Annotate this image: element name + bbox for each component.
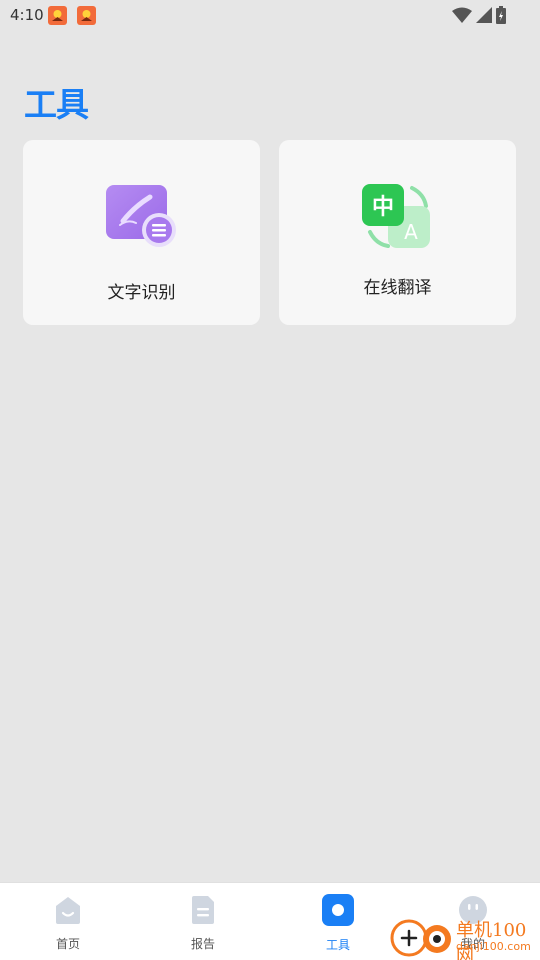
page-title: 工具 <box>24 85 89 124</box>
report-icon <box>192 896 214 924</box>
online-translate-label: 在线翻译 <box>363 278 432 298</box>
app-notification-icon <box>77 6 96 25</box>
app-screen: 4:10 工具 文字识别 中 A 在线翻译 首页 报告 工具 我的 单机100网… <box>0 0 540 960</box>
text-recognition-label: 文字识别 <box>107 283 176 303</box>
watermark-logo-icon <box>390 919 451 957</box>
system-icons <box>452 6 506 24</box>
online-translate-card[interactable]: 中 A 在线翻译 <box>279 140 516 325</box>
watermark-title: 单机100网 <box>456 920 527 960</box>
site-watermark: 单机100网 danji100.com <box>390 914 540 960</box>
status-time: 4:10 <box>10 6 44 24</box>
battery-icon <box>496 6 506 24</box>
translate-icon-en: A <box>404 220 418 244</box>
nav-label-report: 报告 <box>190 937 215 951</box>
translate-icon-zh: 中 <box>371 195 393 220</box>
nav-item-home[interactable]: 首页 <box>28 895 108 955</box>
text-recognition-card[interactable]: 文字识别 <box>23 140 260 325</box>
text-recognition-icon <box>105 185 176 247</box>
wifi-icon <box>452 7 472 23</box>
nav-item-report[interactable]: 报告 <box>163 895 243 955</box>
nav-label-tools: 工具 <box>325 938 350 952</box>
translate-icon: 中 A <box>361 184 430 248</box>
tools-icon <box>322 894 354 926</box>
status-bar: 4:10 <box>0 0 540 32</box>
app-notification-icon <box>48 6 67 25</box>
nav-label-home: 首页 <box>55 937 80 951</box>
nav-item-tools[interactable]: 工具 <box>298 894 378 955</box>
watermark-url: danji100.com <box>456 940 531 953</box>
signal-icon <box>476 7 492 23</box>
home-icon <box>56 897 80 924</box>
